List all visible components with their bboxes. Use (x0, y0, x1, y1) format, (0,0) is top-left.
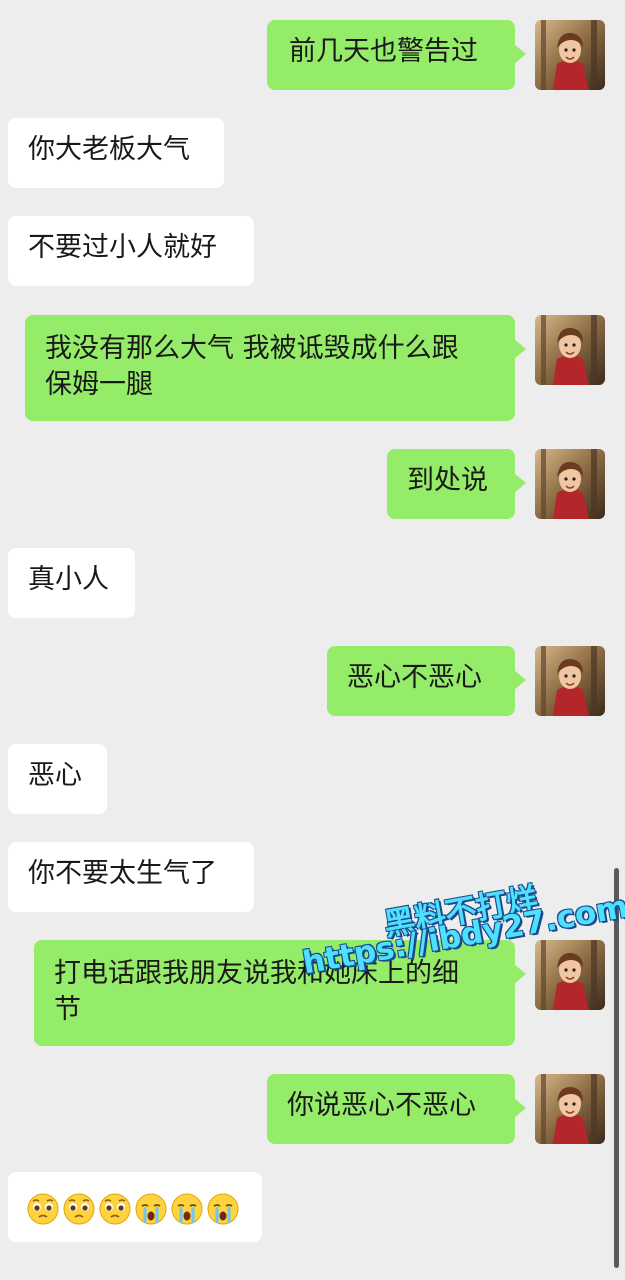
message-row: 恶心不恶心 (0, 646, 625, 718)
avatar[interactable] (535, 20, 605, 90)
outgoing-message-bubble[interactable]: 打电话跟我朋友说我和她床上的细 节 (34, 940, 526, 1046)
incoming-emoji-bubble[interactable] (8, 1172, 262, 1242)
message-row (0, 1172, 625, 1244)
avatar-portrait-icon (535, 1074, 605, 1144)
incoming-message-bubble[interactable]: 你不要太生气了 (8, 842, 254, 912)
message-row: 你说恶心不恶心 (0, 1074, 625, 1146)
message-row: 恶心 (0, 744, 625, 816)
incoming-message-bubble[interactable]: 你大老板大气 (8, 118, 224, 188)
incoming-message-bubble[interactable]: 不要过小人就好 (8, 216, 254, 286)
incoming-message-bubble[interactable]: 恶心 (8, 744, 107, 814)
avatar-portrait-icon (535, 940, 605, 1010)
avatar-portrait-icon (535, 646, 605, 716)
message-row: 到处说 (0, 449, 625, 521)
sobbing-face-icon (206, 1192, 240, 1226)
pleading-face-icon (98, 1192, 132, 1226)
outgoing-message-bubble[interactable]: 恶心不恶心 (327, 646, 526, 716)
pleading-face-icon (62, 1192, 96, 1226)
message-row: 你大老板大气 (0, 118, 625, 190)
message-row: 前几天也警告过 (0, 20, 625, 92)
message-row: 你不要太生气了 (0, 842, 625, 914)
avatar-portrait-icon (535, 449, 605, 519)
incoming-message-bubble[interactable]: 真小人 (8, 548, 135, 618)
avatar-portrait-icon (535, 315, 605, 385)
avatar[interactable] (535, 315, 605, 385)
avatar[interactable] (535, 449, 605, 519)
message-row: 打电话跟我朋友说我和她床上的细 节 (0, 940, 625, 1048)
outgoing-message-bubble[interactable]: 到处说 (387, 449, 526, 519)
avatar-portrait-icon (535, 20, 605, 90)
message-row: 不要过小人就好 (0, 216, 625, 288)
sobbing-face-icon (170, 1192, 204, 1226)
outgoing-message-bubble[interactable]: 前几天也警告过 (267, 20, 526, 90)
scrollbar[interactable] (614, 868, 619, 1268)
avatar[interactable] (535, 940, 605, 1010)
message-row: 真小人 (0, 548, 625, 620)
chat-view[interactable]: 前几天也警告过 你大老板大气 不要过小人就好 我没有那么大气 我被诋毁成什么跟 … (0, 0, 625, 1280)
avatar[interactable] (535, 1074, 605, 1144)
sobbing-face-icon (134, 1192, 168, 1226)
message-row: 我没有那么大气 我被诋毁成什么跟 保姆一腿 (0, 315, 625, 423)
avatar[interactable] (535, 646, 605, 716)
outgoing-message-bubble[interactable]: 你说恶心不恶心 (267, 1074, 526, 1144)
outgoing-message-bubble[interactable]: 我没有那么大气 我被诋毁成什么跟 保姆一腿 (25, 315, 526, 421)
pleading-face-icon (26, 1192, 60, 1226)
